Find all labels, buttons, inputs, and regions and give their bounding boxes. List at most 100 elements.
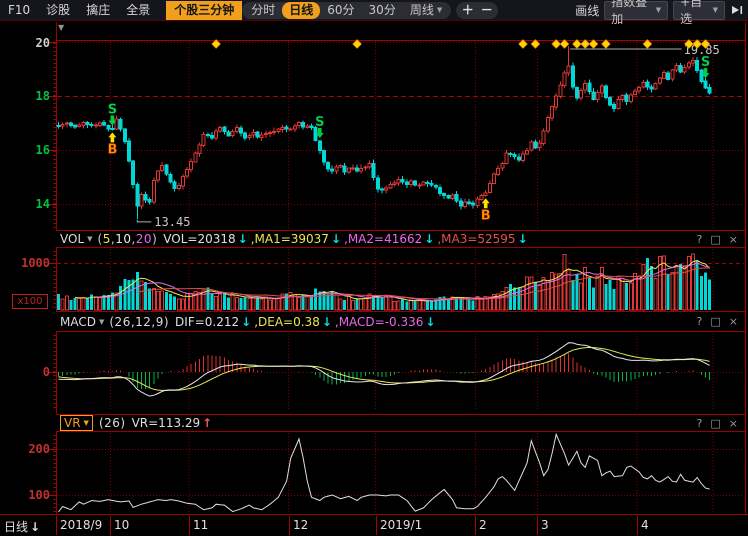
macd-panel[interactable] <box>59 343 710 396</box>
svg-text:0: 0 <box>43 365 50 379</box>
timeframe-label: 日线 <box>4 518 28 535</box>
chart-dropdown-icon[interactable]: ▼ <box>58 23 64 32</box>
zoom-pill: ＋ － <box>456 2 498 19</box>
svg-text:S: S <box>701 55 710 70</box>
period-label: 30分 <box>369 2 396 19</box>
tab-panorama[interactable]: 全景 <box>126 1 150 20</box>
chart-plot[interactable]: 201816141000020010013.4519.85SBSBS <box>0 0 748 536</box>
index-overlay-label: 指数叠加 <box>611 0 650 27</box>
help-icon[interactable]: ? <box>697 315 703 328</box>
indicator-value: VOL=20318 <box>163 232 235 246</box>
collapse-panel-icon[interactable] <box>730 4 745 16</box>
add-watchlist-label: +自选 <box>680 0 708 27</box>
vr-params: (26) <box>99 416 126 430</box>
svg-text:S: S <box>108 103 117 118</box>
vol-panel-header: VOL ▼ (5,10,20) VOL=20318↓,MA1=39037↓,MA… <box>56 230 745 248</box>
period-label: 分时 <box>251 2 275 19</box>
add-watchlist-button[interactable]: +自选 ▼ <box>673 1 725 20</box>
help-icon[interactable]: ? <box>697 417 703 430</box>
date-axis-tick <box>110 516 111 535</box>
date-axis-tick <box>537 516 538 535</box>
period-30min[interactable]: 30分 <box>362 2 403 19</box>
close-icon[interactable]: × <box>729 417 738 430</box>
svg-text:B: B <box>481 208 491 223</box>
vr-indicator-name: VR <box>64 416 81 430</box>
buy-sell-signals: S B S B S <box>107 55 710 223</box>
vol-indicator-selector[interactable]: VOL ▼ <box>60 232 93 246</box>
trend-arrow-icon: ↓ <box>424 232 434 246</box>
date-axis: 日线 ↓ 2018/91011122019/1234 <box>0 514 748 536</box>
draw-line-button[interactable]: 画线 <box>575 2 599 19</box>
chevron-down-icon: ▼ <box>713 6 718 14</box>
date-axis-label: 10 <box>114 518 129 532</box>
volume-unit-label: x100 <box>12 294 48 309</box>
trend-arrow-icon: ↑ <box>202 416 212 430</box>
vr-indicator-selector[interactable]: VR ▼ <box>60 415 93 431</box>
date-axis-label: 2018/9 <box>60 518 102 532</box>
tab-f10[interactable]: F10 <box>8 1 30 20</box>
trend-arrow-icon: ↓ <box>331 232 341 246</box>
svg-text:16: 16 <box>36 143 50 157</box>
toolbar: F10 诊股擒庄全景个股三分钟 分时日线 60分 30分周线▼ ＋ － 画线 指数叠加… <box>0 0 748 21</box>
top-tabs: F10 诊股擒庄全景个股三分钟 <box>8 1 242 20</box>
chevron-down-icon: ▼ <box>656 6 661 14</box>
vol-params: (5,10,20) <box>98 232 158 246</box>
macd-values: DIF=0.212↓,DEA=0.38↓,MACD=-0.336↓ <box>175 315 438 329</box>
volume-panel[interactable] <box>57 254 711 310</box>
indicator-value: 5 <box>103 232 111 246</box>
macd-indicator-selector[interactable]: MACD ▼ <box>60 315 104 329</box>
period-60min[interactable]: 60分 <box>320 2 361 19</box>
help-icon[interactable]: ? <box>697 233 703 246</box>
tab-stock-3min[interactable]: 个股三分钟 <box>166 1 242 20</box>
period-switcher: 分时日线 60分 30分周线▼ <box>242 2 451 19</box>
trend-arrow-icon: ↓ <box>238 232 248 246</box>
main-price-panel[interactable]: 13.4519.85 <box>57 43 720 229</box>
date-axis-label: 11 <box>193 518 208 532</box>
indicator-value: ) <box>152 232 157 246</box>
tab-diagnose-stock[interactable]: 诊股 <box>46 1 70 20</box>
indicator-value: ,DEA=0.38 <box>254 315 320 329</box>
vr-panel[interactable] <box>59 434 710 512</box>
maximize-icon[interactable]: □ <box>710 417 720 430</box>
maximize-icon[interactable]: □ <box>710 233 720 246</box>
indicator-value: 10 <box>115 232 131 246</box>
zoom-in-button[interactable]: ＋ <box>458 2 477 19</box>
timeframe-selector[interactable]: 日线 ↓ <box>4 518 40 535</box>
svg-text:B: B <box>107 142 117 157</box>
period-intraday[interactable]: 分时 <box>244 2 282 19</box>
vol-indicator-name: VOL <box>60 232 84 246</box>
date-axis-tick <box>56 516 57 535</box>
period-daily[interactable]: 日线 <box>282 2 320 19</box>
date-axis-tick <box>189 516 190 535</box>
axis-labels: 2018161410000200100 <box>21 36 50 502</box>
maximize-icon[interactable]: □ <box>710 315 720 328</box>
indicator-value: ,MA2=41662 <box>344 232 422 246</box>
trend-arrow-icon: ↓ <box>425 315 435 329</box>
svg-text:S: S <box>315 115 324 130</box>
close-icon[interactable]: × <box>729 233 738 246</box>
svg-text:14: 14 <box>36 197 50 211</box>
date-axis-label: 2 <box>479 518 487 532</box>
svg-text:13.45: 13.45 <box>154 215 190 229</box>
date-axis-tick <box>289 516 290 535</box>
macd-indicator-name: MACD <box>60 315 96 329</box>
trend-arrow-icon: ↓ <box>241 315 251 329</box>
period-label: 日线 <box>289 2 313 19</box>
index-overlay-button[interactable]: 指数叠加 ▼ <box>604 1 668 20</box>
vr-panel-header: VR ▼ (26) VR=113.29↑ ?□× <box>56 414 745 432</box>
svg-text:100: 100 <box>28 488 50 502</box>
chevron-down-icon: ▼ <box>84 419 89 427</box>
trend-arrow-icon: ↓ <box>322 315 332 329</box>
tab-capture-banker[interactable]: 擒庄 <box>86 1 110 20</box>
zoom-out-button[interactable]: － <box>477 2 496 19</box>
period-label: 60分 <box>327 2 354 19</box>
svg-text:1000: 1000 <box>21 256 50 270</box>
period-weekly[interactable]: 周线▼ <box>403 2 449 19</box>
chevron-down-icon: ▼ <box>87 235 92 243</box>
arrow-down-icon: ↓ <box>30 520 40 534</box>
date-axis-tick <box>475 516 476 535</box>
close-icon[interactable]: × <box>729 315 738 328</box>
indicator-value: ,MA1=39037 <box>251 232 329 246</box>
chevron-down-icon: ▼ <box>99 318 104 326</box>
indicator-value: ,MA3=52595 <box>437 232 515 246</box>
